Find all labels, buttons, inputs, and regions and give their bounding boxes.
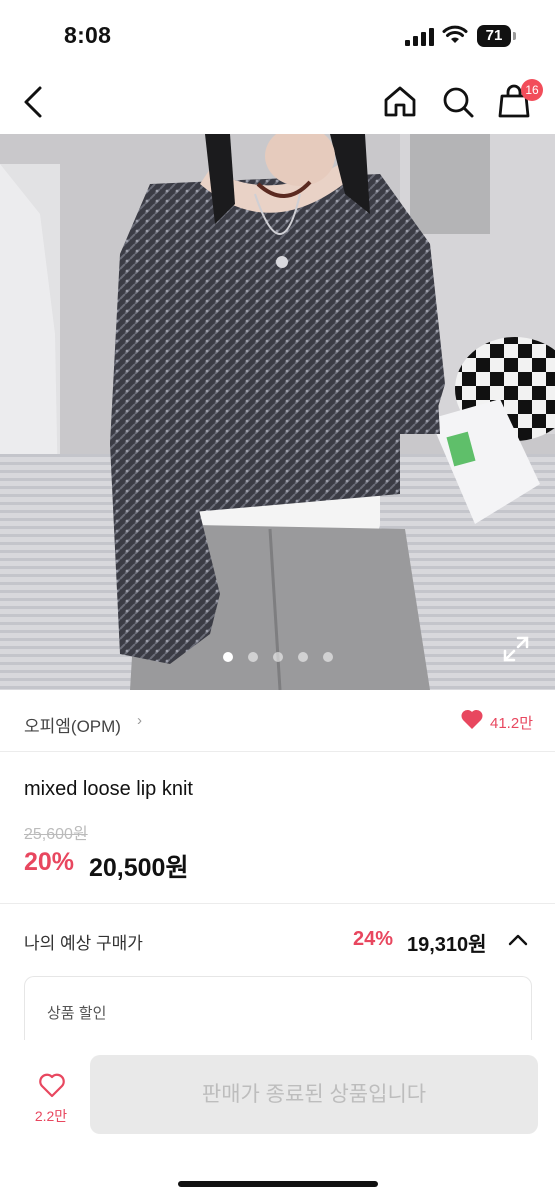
- divider: [0, 903, 555, 904]
- top-nav: [0, 70, 555, 134]
- expand-button[interactable]: [503, 636, 529, 662]
- product-title: mixed loose lip knit: [24, 778, 193, 800]
- search-icon: [443, 87, 474, 118]
- product-photo: [0, 134, 555, 690]
- wishlist-button[interactable]: 2.2만: [20, 1068, 82, 1134]
- brand-row: 오피엠(OPM) › 41.2만: [0, 690, 555, 752]
- brand-name[interactable]: 오피엠(OPM): [24, 712, 121, 737]
- gallery-dot-3[interactable]: [273, 652, 283, 662]
- home-indicator: [178, 1181, 378, 1187]
- home-button[interactable]: [380, 82, 420, 122]
- original-price: 25,600원: [24, 826, 88, 843]
- sale-price: 20,500원: [89, 854, 189, 882]
- expected-price-label: 나의 예상 구매가: [24, 934, 143, 953]
- back-arrow-icon: [24, 86, 42, 118]
- gallery-dot-2[interactable]: [248, 652, 258, 662]
- heart-filled-icon[interactable]: [460, 708, 484, 730]
- discount-rate: 20%: [24, 848, 75, 876]
- expand-icon: [503, 636, 529, 662]
- chevron-right-icon: ›: [137, 712, 142, 729]
- wifi-icon: [442, 25, 468, 43]
- gallery-dot-5[interactable]: [323, 652, 333, 662]
- expected-discount-rate: 24%: [353, 928, 394, 950]
- status-time: 8:08: [64, 22, 112, 48]
- chevron-up-icon[interactable]: [505, 928, 531, 952]
- wishlist-count: 2.2만: [34, 1108, 68, 1124]
- brand-like-count: 41.2만: [490, 715, 533, 732]
- signal-icon: [405, 28, 434, 46]
- status-bar: 8:08 71: [0, 0, 555, 70]
- battery-level: 71: [477, 25, 511, 47]
- search-button[interactable]: [438, 82, 478, 122]
- gallery-dot-4[interactable]: [298, 652, 308, 662]
- purchase-button-disabled[interactable]: 판매가 종료된 상품입니다: [90, 1055, 538, 1134]
- bottom-action-bar: 2.2만 판매가 종료된 상품입니다: [0, 1040, 555, 1200]
- heart-outline-icon: [39, 1073, 65, 1098]
- back-button[interactable]: [14, 82, 54, 122]
- gallery-dot-1[interactable]: [223, 652, 233, 662]
- product-image[interactable]: [0, 134, 555, 690]
- cart-badge: 16: [521, 79, 543, 101]
- expected-price: 19,310원: [407, 934, 487, 956]
- battery-tip: [513, 32, 516, 40]
- battery-icon: 71: [477, 25, 517, 47]
- discount-box-label: 상품 할인: [47, 1005, 107, 1022]
- home-icon: [384, 86, 416, 117]
